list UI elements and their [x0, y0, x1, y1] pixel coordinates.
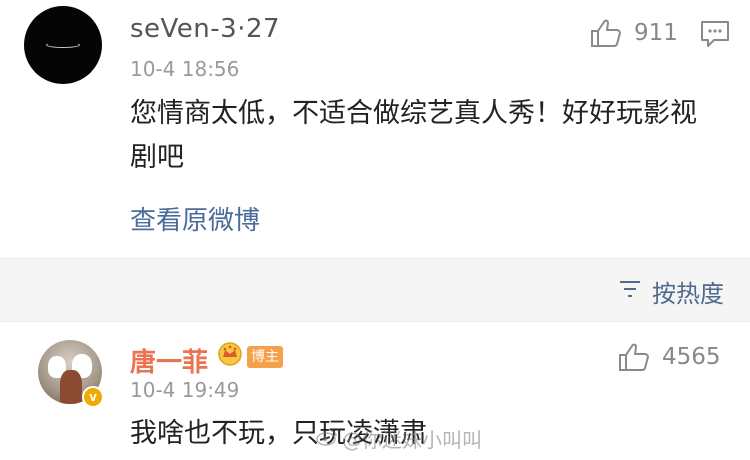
thumbs-up-icon: [618, 342, 652, 372]
verified-badge-icon: v: [82, 386, 104, 408]
weibo-logo-icon: [316, 427, 338, 451]
watermark-text: @你迷妹小叫叫: [342, 428, 482, 452]
sort-label: 按热度: [652, 280, 724, 308]
crown-icon: [216, 340, 244, 370]
watermark: @你迷妹小叫叫: [316, 424, 482, 453]
comment-timestamp: 10-4 18:56: [130, 57, 240, 81]
sort-bar: 按热度: [0, 258, 750, 322]
blogger-badge: 博主: [247, 346, 283, 368]
like-count: 911: [634, 20, 678, 46]
comment-timestamp: 10-4 19:49: [130, 378, 240, 402]
comment-username[interactable]: seVen-3·27: [130, 14, 280, 44]
avatar[interactable]: [24, 6, 102, 84]
comment-item: seVen-3·27 10-4 18:56 911 您情商太低，不适合做综艺真人…: [0, 0, 750, 258]
thumbs-up-icon: [590, 18, 624, 48]
avatar-photo-detail: [60, 370, 82, 404]
like-button[interactable]: 911: [590, 18, 678, 48]
view-original-link[interactable]: 查看原微博: [130, 200, 260, 237]
comment-reply-icon[interactable]: [700, 20, 730, 52]
like-button[interactable]: 4565: [618, 342, 721, 372]
sort-icon: [618, 278, 642, 306]
sort-by-heat-button[interactable]: 按热度: [618, 274, 724, 309]
avatar-ring-graphic: [46, 42, 80, 48]
like-count: 4565: [662, 344, 721, 370]
comment-username[interactable]: 唐一菲: [130, 342, 208, 379]
comment-text: 您情商太低，不适合做综艺真人秀！好好玩影视剧吧: [130, 98, 697, 173]
